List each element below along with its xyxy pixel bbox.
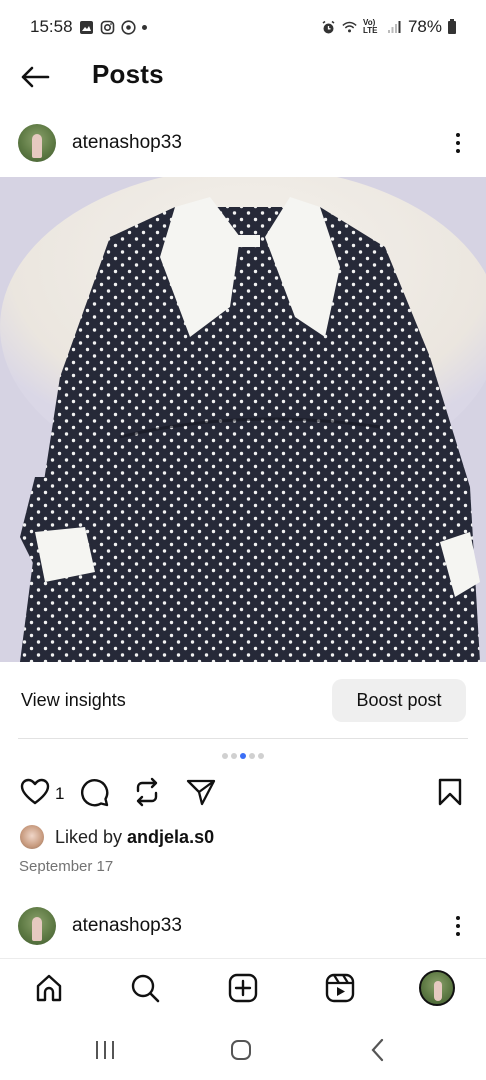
more-dot-icon [456, 924, 460, 928]
post-image[interactable] [0, 177, 486, 662]
search-icon [131, 974, 160, 1003]
carousel-dot [258, 753, 264, 759]
nav-search-button[interactable] [126, 969, 164, 1007]
next-author-username[interactable]: atenashop33 [72, 915, 182, 937]
post-date: September 17 [19, 858, 114, 875]
carousel-indicator [0, 753, 486, 759]
system-home-button[interactable] [225, 1036, 257, 1064]
battery-percent: 78% [407, 17, 442, 36]
liked-by-username[interactable]: andjela.s0 [127, 827, 214, 847]
carousel-dot-active [240, 753, 246, 759]
more-dot-icon [456, 133, 460, 137]
view-insights-link[interactable]: View insights [21, 690, 126, 711]
more-notifications-dot-icon [141, 24, 147, 30]
status-right: Vo) LTE 78% [321, 17, 456, 37]
home-circle-icon [231, 1040, 251, 1060]
author-username[interactable]: atenashop33 [72, 132, 182, 154]
status-time: 15:58 [30, 17, 73, 36]
liker-avatar [20, 825, 44, 849]
liked-by-row[interactable]: Liked by andjela.s0 [0, 824, 486, 852]
share-button[interactable] [185, 776, 217, 808]
carousel-dot [249, 753, 255, 759]
bookmark-icon [438, 778, 462, 806]
dress-photo [0, 177, 486, 662]
next-more-options-button[interactable] [448, 911, 468, 941]
comment-bubble-icon [81, 779, 109, 807]
page-title: Posts [92, 59, 164, 89]
chrome-notification-icon [120, 19, 136, 35]
create-icon [228, 973, 258, 1003]
chevron-left-icon [371, 1038, 384, 1062]
insights-row: View insights Boost post [0, 678, 486, 724]
liked-by-text: Liked by andjela.s0 [55, 827, 214, 848]
app-header: Posts [0, 54, 486, 98]
network-type-text: Vo) LTE [362, 18, 378, 35]
next-post-header: atenashop33 [0, 907, 486, 947]
reels-icon [325, 973, 355, 1003]
send-icon [186, 779, 216, 806]
signal-icon [387, 20, 402, 35]
instagram-notification-icon [100, 20, 115, 35]
status-left: 15:58 [30, 17, 147, 37]
post-header: atenashop33 [0, 124, 486, 164]
carousel-dot [231, 753, 237, 759]
gallery-notification-icon [79, 20, 94, 35]
nav-create-button[interactable] [224, 969, 262, 1007]
post-actions: 1 [0, 776, 486, 812]
more-options-button[interactable] [448, 128, 468, 158]
boost-post-button[interactable]: Boost post [332, 679, 466, 722]
divider [18, 738, 468, 739]
author-avatar[interactable] [18, 124, 56, 162]
nav-profile-button[interactable] [418, 969, 456, 1007]
back-button[interactable] [18, 62, 52, 92]
status-bar: 15:58 Vo) LTE 78% [0, 0, 486, 54]
system-back-button[interactable] [362, 1036, 394, 1064]
arrow-left-icon [21, 66, 50, 88]
recents-icon [96, 1041, 114, 1059]
home-icon [36, 974, 62, 1002]
more-dot-icon [456, 141, 460, 145]
more-dot-icon [456, 149, 460, 153]
save-button[interactable] [434, 776, 466, 808]
recents-button[interactable] [89, 1036, 121, 1064]
nav-reels-button[interactable] [321, 969, 359, 1007]
like-count[interactable]: 1 [55, 784, 64, 804]
like-button[interactable] [19, 776, 51, 808]
more-dot-icon [456, 916, 460, 920]
next-author-avatar[interactable] [18, 907, 56, 945]
bottom-nav [0, 958, 486, 1020]
more-dot-icon [456, 932, 460, 936]
liked-by-prefix: Liked by [55, 827, 128, 847]
wifi-icon [342, 20, 357, 35]
comment-button[interactable] [78, 776, 110, 808]
repost-button[interactable] [131, 776, 163, 808]
heart-icon [20, 778, 50, 805]
repost-icon [136, 777, 158, 807]
carousel-dot [222, 753, 228, 759]
nav-home-button[interactable] [30, 969, 68, 1007]
system-navigation-bar [0, 1020, 486, 1080]
alarm-icon [321, 20, 336, 35]
profile-avatar [419, 970, 455, 1006]
battery-icon [448, 18, 456, 34]
